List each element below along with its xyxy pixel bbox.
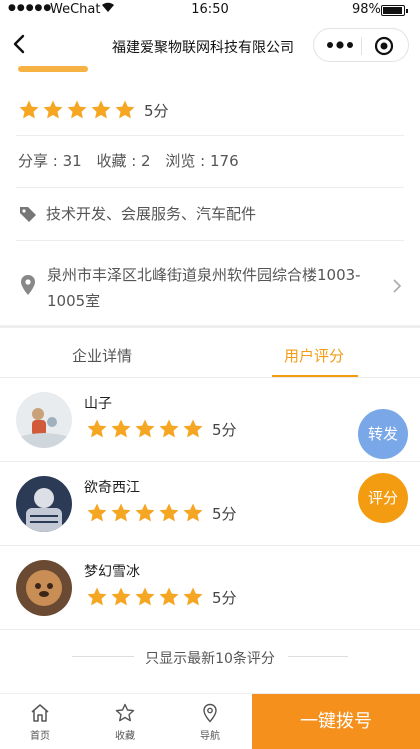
- star-icon: [182, 586, 204, 608]
- review-score: 5分: [212, 588, 237, 607]
- tab-user-ratings[interactable]: 用户评分: [284, 345, 344, 366]
- share-count: 分享 : 31: [18, 152, 82, 170]
- review-rating: 5分: [86, 586, 237, 608]
- star-icon: [42, 99, 64, 121]
- star-icon: [158, 418, 180, 440]
- navigate-tab[interactable]: 导航: [190, 703, 230, 742]
- star-icon: [90, 99, 112, 121]
- avatar: [16, 560, 72, 616]
- review-stars: [86, 586, 206, 608]
- star-icon: [114, 99, 136, 121]
- section-gap: [0, 325, 420, 328]
- battery-percent: 98%: [352, 2, 381, 17]
- footnote-text: 只显示最新10条评分: [145, 651, 275, 667]
- review-rating: 5分: [86, 418, 237, 440]
- reviewer-name: 欲奇西江: [84, 480, 140, 496]
- avatar: [16, 476, 72, 532]
- star-icon: [86, 586, 108, 608]
- review-score: 5分: [212, 504, 237, 523]
- star-icon: [18, 99, 40, 121]
- location-pin-icon: [21, 275, 35, 295]
- address-text: 泉州市丰泽区北峰街道泉州软件园综合楼1003-1005室: [47, 266, 361, 310]
- tab-company-details[interactable]: 企业详情: [72, 345, 132, 366]
- star-outline-icon: [115, 703, 135, 722]
- navigation-bar: 福建爱聚物联网科技有限公司: [0, 20, 420, 70]
- business-tags-text: 技术开发、会展服务、汽车配件: [46, 205, 257, 223]
- star-icon: [110, 586, 132, 608]
- home-tab[interactable]: 首页: [20, 703, 60, 742]
- capsule-divider: [361, 37, 362, 55]
- star-icon: [134, 586, 156, 608]
- favorite-count: 收藏 : 2: [96, 152, 151, 170]
- star-icon: [86, 418, 108, 440]
- divider: [16, 187, 404, 188]
- business-tags: 技术开发、会展服务、汽车配件: [18, 203, 256, 224]
- star-icon: [110, 418, 132, 440]
- review-stars: [86, 418, 206, 440]
- star-icon: [182, 502, 204, 524]
- navigate-label: 导航: [200, 731, 220, 742]
- view-count: 浏览 : 176: [165, 152, 239, 170]
- tag-icon: [20, 206, 36, 222]
- location-icon: [203, 703, 217, 723]
- star-icon: [158, 502, 180, 524]
- review-item: 梦幻雪冰 5分: [0, 546, 420, 630]
- favorite-label: 收藏: [115, 731, 135, 742]
- app-screen: ●●●●● WeChat 16:50 98% 福建爱聚物联网科技有限公司 5分 …: [0, 0, 420, 749]
- star-icon: [66, 99, 88, 121]
- home-icon: [31, 704, 49, 722]
- close-mini-program-icon[interactable]: [374, 36, 394, 56]
- favorite-tab[interactable]: 收藏: [105, 703, 145, 742]
- rate-button[interactable]: 评分: [358, 473, 408, 523]
- status-bar: ●●●●● WeChat 16:50 98%: [0, 0, 420, 20]
- star-icon: [134, 418, 156, 440]
- divider: [16, 135, 404, 136]
- star-icon: [182, 418, 204, 440]
- battery-icon: [381, 5, 408, 16]
- review-item: 山子 5分: [0, 378, 420, 462]
- more-dots-icon[interactable]: [326, 38, 354, 52]
- star-icon: [158, 586, 180, 608]
- divider: [16, 240, 404, 241]
- chevron-right-icon: [393, 279, 402, 293]
- company-stats: 分享 : 31 收藏 : 2 浏览 : 176: [18, 150, 249, 171]
- star-icon: [110, 502, 132, 524]
- company-stars: [18, 99, 138, 121]
- star-icon: [134, 502, 156, 524]
- mini-program-capsule: [313, 28, 409, 62]
- avatar: [16, 392, 72, 448]
- review-stars: [86, 502, 206, 524]
- review-item: 欲奇西江 5分: [0, 462, 420, 546]
- call-button[interactable]: 一键拨号: [252, 694, 420, 749]
- company-logo-partial: [18, 66, 88, 72]
- back-arrow-icon[interactable]: [8, 32, 32, 56]
- reviewer-name: 山子: [84, 396, 112, 412]
- review-score: 5分: [212, 420, 237, 439]
- company-rating: 5分: [18, 99, 169, 121]
- reviewer-name: 梦幻雪冰: [84, 564, 140, 580]
- bottom-toolbar: 首页 收藏 导航 一键拨号: [0, 693, 420, 749]
- share-button[interactable]: 转发: [358, 409, 408, 459]
- home-label: 首页: [30, 731, 50, 742]
- company-rating-score: 5分: [144, 101, 169, 120]
- page-title: 福建爱聚物联网科技有限公司: [112, 40, 294, 56]
- divider: [0, 629, 420, 630]
- review-rating: 5分: [86, 502, 237, 524]
- star-icon: [86, 502, 108, 524]
